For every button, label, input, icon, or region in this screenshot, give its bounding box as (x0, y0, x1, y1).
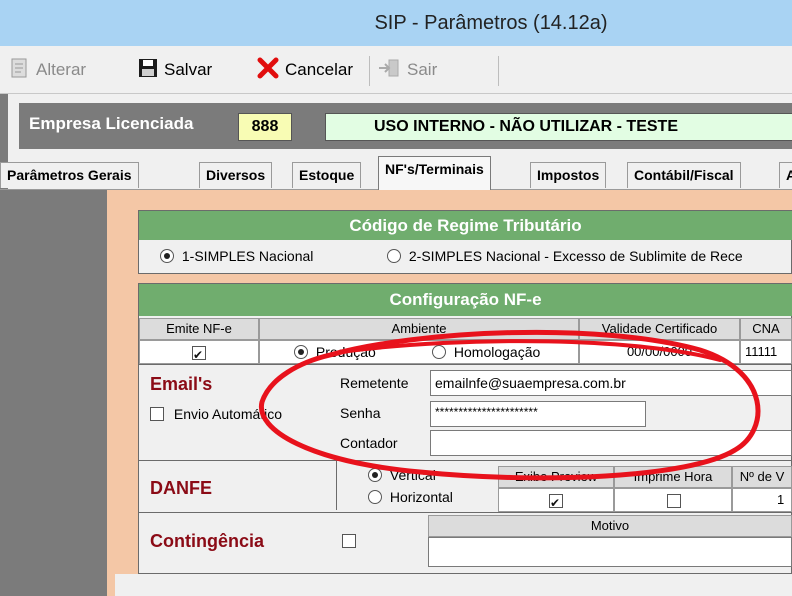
red-ellipse-annotation (258, 329, 761, 481)
